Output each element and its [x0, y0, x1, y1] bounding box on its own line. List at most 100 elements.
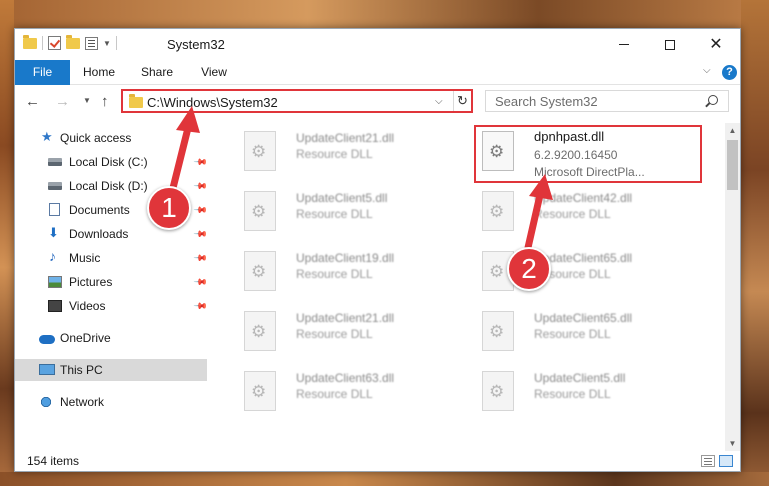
nav-item-label: Downloads — [69, 227, 129, 241]
file-tile[interactable]: UpdateClient21.dll Resource DLL — [232, 125, 457, 185]
pin-icon[interactable]: 📌 — [193, 202, 208, 218]
onedrive-icon — [39, 335, 55, 344]
nav-item-label: Local Disk (D:) — [69, 179, 148, 193]
chevron-down-icon[interactable]: ▼ — [103, 39, 111, 48]
nav-item-onedrive[interactable]: OneDrive — [15, 327, 207, 349]
step-badge-1: 1 — [147, 186, 191, 230]
nav-item-label: Local Disk (C:) — [69, 155, 148, 169]
videos-icon — [48, 300, 62, 312]
search-icon[interactable] — [708, 95, 718, 105]
address-bar[interactable]: C:\Windows\System32 ⌵ ↻ — [121, 89, 473, 113]
file-name: UpdateClient5.dll — [296, 191, 388, 205]
file-name: UpdateClient21.dll — [296, 311, 395, 325]
address-dropdown-chevron-icon[interactable]: ⌵ — [435, 96, 443, 107]
tab-file[interactable]: File — [15, 60, 70, 85]
file-type: Resource DLL — [296, 327, 373, 341]
file-tile[interactable]: UpdateClient65.dll Resource DLL — [470, 305, 695, 365]
minimize-button[interactable] — [601, 29, 647, 60]
music-icon — [48, 248, 62, 264]
file-name: UpdateClient42.dll — [534, 191, 633, 205]
network-icon — [39, 396, 53, 408]
dll-file-icon — [244, 191, 276, 231]
file-explorer-window: ▼ System32 ✕ File Home Share View ⌵ ? ← … — [14, 28, 741, 472]
highlight-box — [474, 125, 702, 183]
file-tile[interactable]: UpdateClient5.dll Resource DLL — [470, 365, 695, 425]
forward-arrow-icon[interactable]: → — [55, 93, 70, 110]
properties-check-icon[interactable] — [48, 36, 61, 50]
file-tile[interactable]: UpdateClient21.dll Resource DLL — [232, 305, 457, 365]
customize-list-icon[interactable] — [85, 36, 98, 50]
nav-item-pictures[interactable]: Pictures 📌 — [15, 271, 208, 293]
downloads-icon — [48, 225, 62, 241]
tab-share[interactable]: Share — [135, 60, 179, 85]
title-bar: ▼ System32 ✕ — [15, 29, 740, 60]
file-tile[interactable]: UpdateClient42.dll Resource DLL — [470, 185, 695, 245]
new-folder-icon[interactable] — [66, 34, 80, 49]
refresh-icon[interactable]: ↻ — [453, 91, 471, 111]
nav-item-quick-access[interactable]: Quick access — [15, 127, 207, 149]
file-name: UpdateClient63.dll — [296, 371, 395, 385]
nav-item-videos[interactable]: Videos 📌 — [15, 295, 208, 317]
disk-icon — [48, 182, 62, 190]
star-icon — [41, 129, 55, 145]
folder-icon — [129, 94, 143, 108]
help-icon[interactable]: ? — [722, 65, 737, 80]
desktop-background — [0, 0, 14, 486]
nav-item-this-pc[interactable]: This PC — [15, 359, 207, 381]
dll-file-icon — [244, 251, 276, 291]
file-tile[interactable]: UpdateClient19.dll Resource DLL — [232, 245, 457, 305]
this-pc-icon — [39, 364, 55, 375]
file-type: Resource DLL — [534, 207, 611, 221]
pictures-icon — [48, 276, 62, 288]
file-tile[interactable]: UpdateClient65.dll Resource DLL — [470, 245, 695, 305]
tab-home[interactable]: Home — [77, 60, 121, 85]
details-view-icon[interactable] — [701, 455, 715, 467]
nav-item-network[interactable]: Network — [15, 391, 207, 413]
maximize-button[interactable] — [647, 29, 693, 60]
recent-locations-chevron-icon[interactable]: ▼ — [83, 96, 91, 105]
dll-file-icon — [482, 311, 514, 351]
file-name: UpdateClient5.dll — [534, 371, 626, 385]
pin-icon[interactable]: 📌 — [193, 154, 208, 170]
pin-icon[interactable]: 📌 — [193, 178, 208, 194]
pin-icon[interactable]: 📌 — [193, 226, 208, 242]
nav-item-label: Quick access — [60, 131, 132, 145]
ribbon-tabs: File Home Share View ⌵ ? — [15, 60, 740, 85]
toolbar-separator — [42, 36, 43, 50]
search-placeholder: Search System32 — [495, 94, 598, 109]
expand-ribbon-chevron-icon[interactable]: ⌵ — [703, 65, 711, 76]
status-bar: 154 items — [15, 451, 740, 471]
nav-item-label: Music — [69, 251, 101, 265]
file-tile[interactable]: UpdateClient5.dll Resource DLL — [232, 185, 457, 245]
file-type: Resource DLL — [534, 387, 611, 401]
scroll-down-arrow-icon[interactable]: ▼ — [725, 436, 740, 451]
nav-item-music[interactable]: Music 📌 — [15, 247, 208, 269]
nav-item-local-disk-c[interactable]: Local Disk (C:) 📌 — [15, 151, 208, 173]
tab-view[interactable]: View — [192, 60, 236, 85]
file-tile[interactable]: UpdateClient63.dll Resource DLL — [232, 365, 457, 425]
dll-file-icon — [482, 191, 514, 231]
file-type: Resource DLL — [296, 387, 373, 401]
search-input[interactable]: Search System32 — [485, 90, 729, 112]
close-button[interactable]: ✕ — [693, 29, 739, 60]
back-arrow-icon[interactable]: ← — [25, 93, 40, 110]
close-icon: ✕ — [709, 35, 723, 53]
dll-file-icon — [482, 371, 514, 411]
desktop-background — [0, 472, 769, 486]
pin-icon[interactable]: 📌 — [193, 274, 208, 290]
up-arrow-icon[interactable]: ↑ — [101, 93, 109, 110]
nav-item-label: Pictures — [69, 275, 113, 289]
scrollbar-thumb[interactable] — [727, 140, 738, 190]
pin-icon[interactable]: 📌 — [193, 298, 208, 314]
tiles-view-icon[interactable] — [719, 455, 733, 467]
vertical-scrollbar[interactable]: ▲ ▼ — [725, 123, 740, 451]
folder-icon[interactable] — [23, 34, 37, 49]
desktop-background — [741, 0, 769, 486]
dll-file-icon — [244, 371, 276, 411]
scroll-up-arrow-icon[interactable]: ▲ — [725, 123, 740, 138]
address-path[interactable]: C:\Windows\System32 — [147, 95, 278, 110]
dll-file-icon — [244, 131, 276, 171]
toolbar-separator — [115, 36, 117, 50]
minimize-icon — [619, 44, 629, 45]
pin-icon[interactable]: 📌 — [193, 250, 208, 266]
